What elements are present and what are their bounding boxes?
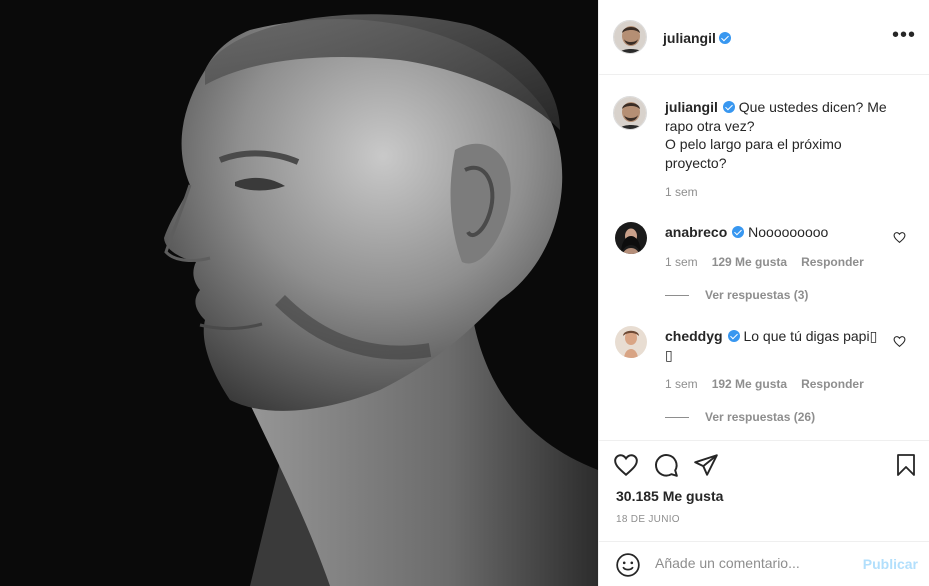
comment-icon[interactable] xyxy=(653,452,679,478)
caption-time[interactable]: 1 sem xyxy=(665,185,698,199)
post-image[interactable] xyxy=(0,0,598,586)
comment-likes[interactable]: 192 Me gusta xyxy=(712,377,787,391)
smiley-icon[interactable] xyxy=(615,552,641,578)
verified-badge-icon xyxy=(722,101,735,113)
replies-divider xyxy=(665,417,689,418)
verified-badge-icon xyxy=(732,226,745,238)
comment-reply-button[interactable]: Responder xyxy=(801,255,864,269)
author-avatar[interactable] xyxy=(613,20,647,54)
bookmark-icon[interactable] xyxy=(894,452,918,478)
more-dots-icon[interactable]: ••• xyxy=(892,25,916,45)
caption-avatar-image xyxy=(614,97,646,129)
comment-likes[interactable]: 129 Me gusta xyxy=(712,255,787,269)
view-replies-label: Ver respuestas (3) xyxy=(705,288,809,302)
comment-username[interactable]: anabreco xyxy=(665,224,727,240)
post-actions xyxy=(613,452,918,482)
caption-text-block: juliangil Que ustedes dicen? Me rapo otr… xyxy=(665,98,895,172)
comment-text-block: cheddyg Lo que tú digas papi▯ ▯ xyxy=(665,327,880,364)
publish-button[interactable]: Publicar xyxy=(863,556,918,572)
add-comment-bar: Publicar xyxy=(599,541,929,586)
comment-time[interactable]: 1 sem xyxy=(665,255,698,269)
comment-meta: 1 sem 129 Me gusta Responder xyxy=(665,255,864,269)
comment-text: Nooooooooo xyxy=(748,224,829,240)
comment-time[interactable]: 1 sem xyxy=(665,377,698,391)
view-replies-button[interactable]: Ver respuestas (3) xyxy=(665,288,808,302)
comment-like-heart-icon[interactable] xyxy=(893,231,906,244)
comment-text-block: anabreco Nooooooooo xyxy=(665,223,905,242)
comment-avatar-image xyxy=(615,222,647,254)
portrait-illustration xyxy=(0,0,598,586)
heart-icon[interactable] xyxy=(613,452,639,478)
replies-divider xyxy=(665,295,689,296)
comment-avatar[interactable] xyxy=(615,222,647,254)
author-name-row: juliangil xyxy=(663,30,731,48)
view-replies-button[interactable]: Ver respuestas (26) xyxy=(665,410,815,424)
comment-meta: 1 sem 192 Me gusta Responder xyxy=(665,377,864,391)
post-header: juliangil ••• xyxy=(599,0,929,75)
author-username[interactable]: juliangil xyxy=(663,30,716,46)
caption-avatar[interactable] xyxy=(613,96,647,130)
verified-badge-icon xyxy=(718,32,731,44)
paper-plane-icon[interactable] xyxy=(693,452,719,478)
post-date[interactable]: 18 DE JUNIO xyxy=(616,514,680,525)
comment-like-heart-icon[interactable] xyxy=(893,335,906,348)
comment-username[interactable]: cheddyg xyxy=(665,328,723,344)
view-replies-label: Ver respuestas (26) xyxy=(705,410,816,424)
comment-reply-button[interactable]: Responder xyxy=(801,377,864,391)
comment-avatar[interactable] xyxy=(615,326,647,358)
comments-list[interactable]: juliangil Que ustedes dicen? Me rapo otr… xyxy=(599,76,929,441)
caption-username[interactable]: juliangil xyxy=(665,99,718,115)
post-sidebar: juliangil ••• juliangil Que ustedes dice… xyxy=(598,0,929,586)
likes-count[interactable]: 30.185 Me gusta xyxy=(616,488,723,504)
comment-input[interactable] xyxy=(655,555,845,571)
author-avatar-image xyxy=(614,21,646,53)
comment-avatar-image xyxy=(615,326,647,358)
verified-badge-icon xyxy=(727,330,740,342)
